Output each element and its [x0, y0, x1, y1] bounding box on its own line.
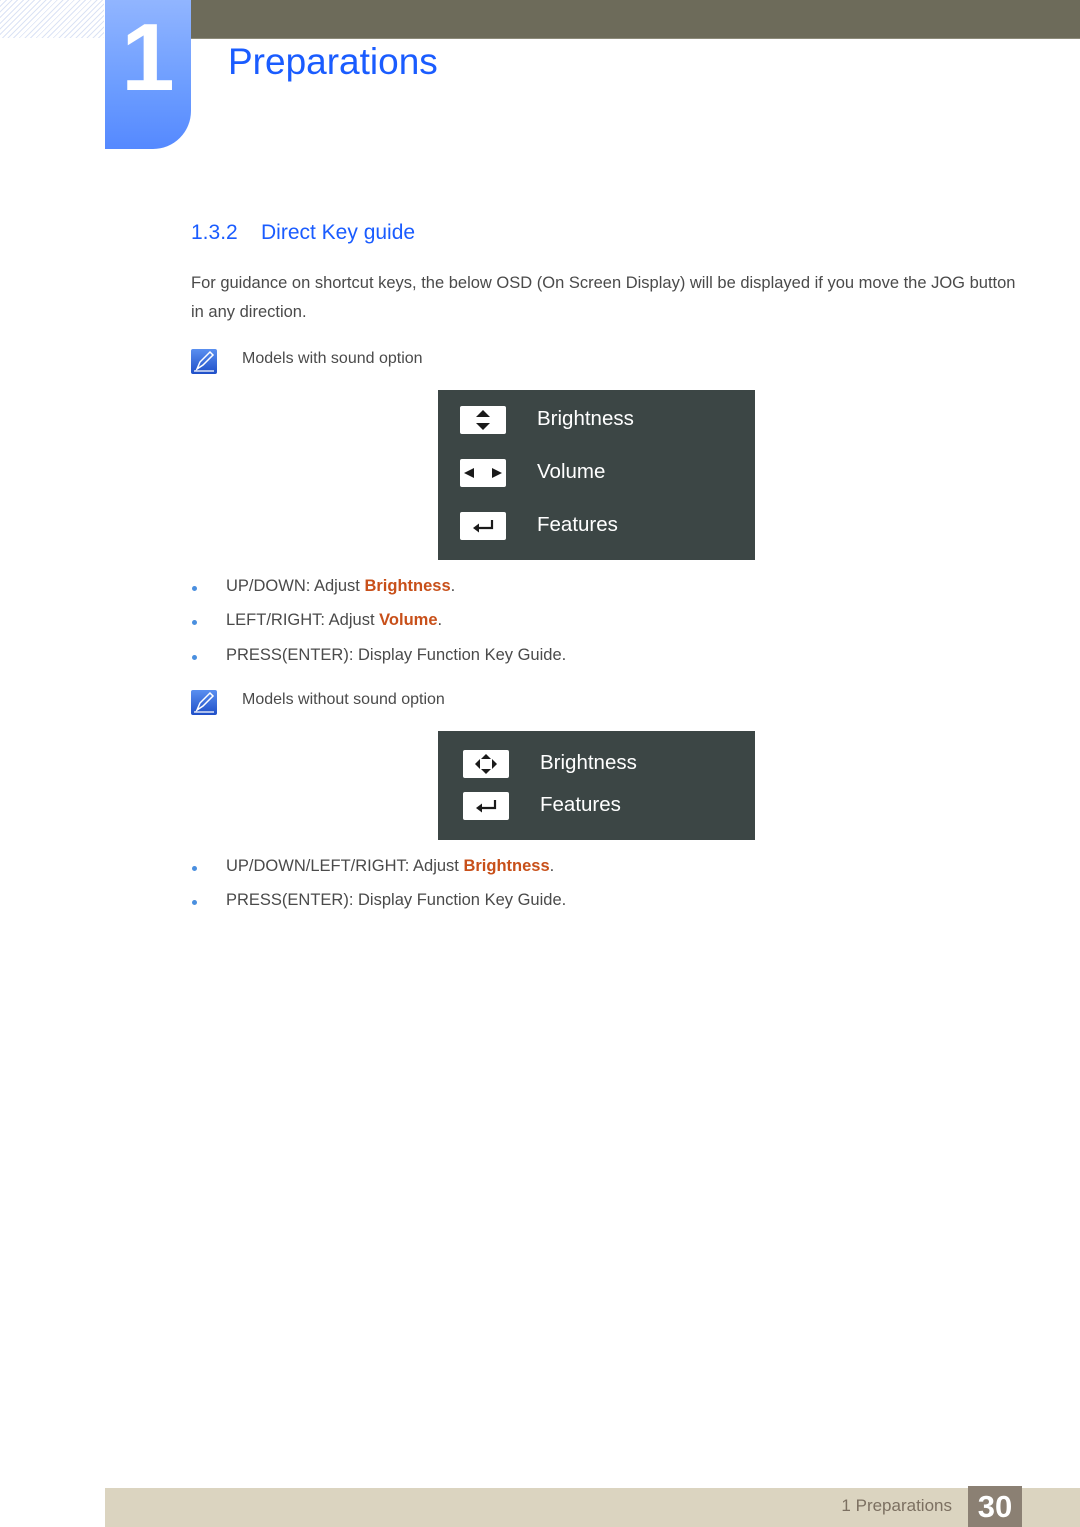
section-heading: 1.3.2 Direct Key guide — [191, 220, 415, 246]
osd-label: Features — [537, 513, 618, 536]
enter-icon — [460, 512, 506, 540]
osd-label: Features — [540, 793, 621, 816]
osd-label: Brightness — [537, 407, 634, 430]
note-text: Models without sound option — [242, 691, 445, 708]
section-title: Direct Key guide — [261, 221, 416, 244]
bullet-dot — [192, 620, 197, 625]
up-down-arrows-icon — [460, 406, 506, 434]
chapter-title: Preparations — [228, 41, 438, 82]
page-number: 30 — [968, 1486, 1022, 1527]
bullet-dot — [192, 900, 197, 905]
header-bar — [190, 0, 1080, 39]
bullet-text: UP/DOWN/LEFT/RIGHT: Adjust — [226, 857, 464, 875]
bullet-dot — [192, 655, 197, 660]
note-pencil-icon — [191, 690, 217, 715]
bullet-highlight: Brightness — [463, 857, 550, 875]
intro-paragraph: For guidance on shortcut keys, the below… — [191, 274, 1016, 321]
bullet-suffix: . — [549, 857, 555, 875]
footer-chapter-label: 1 Preparations — [841, 1496, 952, 1515]
osd-item-features: Features — [438, 791, 755, 823]
osd-item-brightness: Brightness — [438, 749, 755, 781]
bullet-suffix: . — [437, 611, 443, 629]
decorative-hatch — [0, 0, 104, 38]
footer-bar: 1 Preparations — [105, 1488, 1022, 1527]
bullet-dot — [192, 586, 197, 591]
osd-item-volume: Volume — [438, 458, 755, 490]
osd-with-sound: Brightness Volume Features — [438, 390, 755, 560]
section-number: 1.3.2 — [191, 221, 238, 244]
bullet-suffix: . — [450, 577, 456, 595]
bullet-dot — [192, 866, 197, 871]
bullet-text: PRESS(ENTER): Display Function Key Guide… — [226, 646, 567, 664]
enter-icon — [463, 792, 509, 820]
bullet-highlight: Brightness — [364, 577, 451, 595]
bullet-text: PRESS(ENTER): Display Function Key Guide… — [226, 891, 567, 909]
chapter-number: 1 — [121, 4, 175, 111]
bullet-text: UP/DOWN: Adjust — [226, 577, 365, 595]
four-way-arrows-icon — [463, 750, 509, 778]
footer-bar-tail — [1022, 1488, 1080, 1527]
osd-label: Volume — [537, 460, 606, 483]
bullet-text: LEFT/RIGHT: Adjust — [226, 611, 380, 629]
note-pencil-icon — [191, 349, 217, 374]
osd-item-features: Features — [438, 511, 755, 543]
left-right-arrows-icon — [460, 459, 506, 487]
osd-item-brightness: Brightness — [438, 405, 755, 437]
chapter-tab: 1 — [105, 0, 191, 149]
note-text: Models with sound option — [242, 350, 423, 367]
osd-without-sound: Brightness Features — [438, 731, 755, 840]
osd-label: Brightness — [540, 751, 637, 774]
bullet-highlight: Volume — [379, 611, 438, 629]
